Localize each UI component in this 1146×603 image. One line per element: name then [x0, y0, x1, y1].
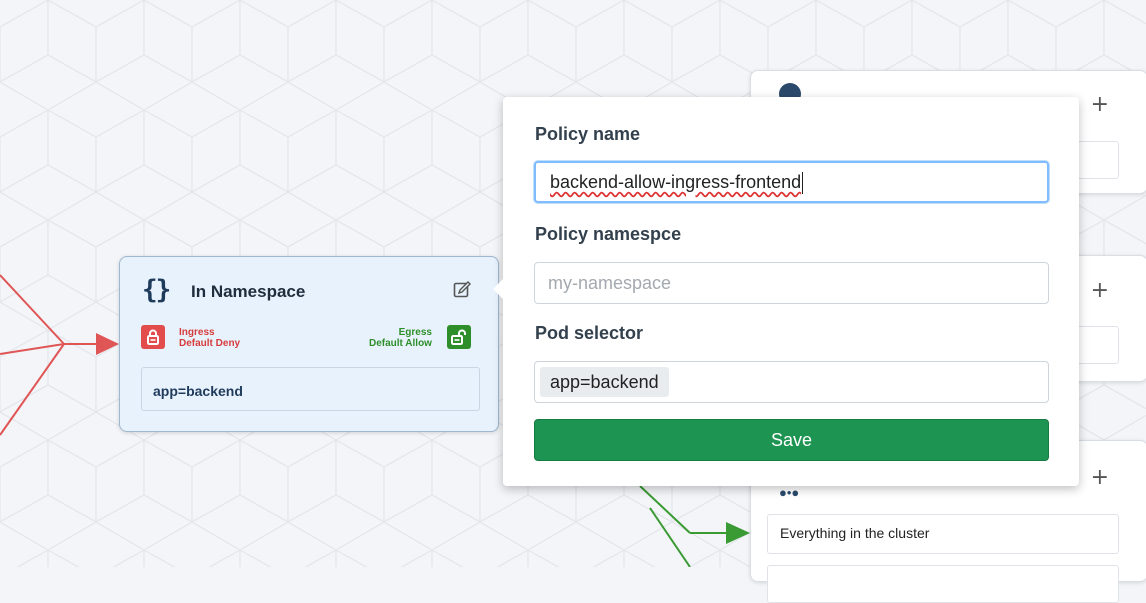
pod-selector-box[interactable]: app=backend: [141, 367, 480, 411]
unlock-icon[interactable]: [447, 325, 471, 349]
policy-name-label: Policy name: [535, 124, 641, 144]
pod-selector-tag[interactable]: app=backend: [540, 367, 669, 397]
ingress-policy: Default Deny: [179, 338, 241, 349]
popover-arrow: [493, 277, 505, 301]
policy-name-input[interactable]: backend-allow-ingress-frontend: [534, 161, 1049, 203]
peer-selector-field-2[interactable]: [767, 565, 1119, 603]
lock-icon[interactable]: [141, 325, 165, 349]
namespace-node[interactable]: {} In Namespace Ingress Default Deny Egr…: [119, 256, 499, 432]
policy-namespace-label: Policy namespce: [535, 224, 682, 244]
edit-icon[interactable]: [453, 281, 471, 299]
add-rule-button[interactable]: +: [1091, 280, 1109, 302]
cluster-icon: ●•●: [779, 485, 800, 500]
egress-label: Egress: [398, 327, 432, 338]
policy-name-value: backend-allow-ingress-frontend: [550, 172, 802, 192]
pod-selector-text: app=backend: [153, 383, 243, 399]
cluster-selector-field[interactable]: Everything in the cluster: [767, 514, 1119, 554]
pod-selector-label: Pod selector: [535, 323, 644, 343]
policy-edit-popover: Policy name backend-allow-ingress-fronte…: [493, 97, 1079, 486]
namespace-icon: {}: [142, 275, 171, 305]
pod-selector-input[interactable]: app=backend: [534, 361, 1049, 403]
ingress-label: Ingress: [179, 327, 215, 338]
add-rule-button[interactable]: +: [1091, 94, 1109, 116]
add-rule-button[interactable]: +: [1091, 467, 1109, 489]
policy-namespace-input[interactable]: my-namespace: [534, 262, 1049, 304]
namespace-title: In Namespace: [191, 282, 306, 301]
egress-policy: Default Allow: [369, 338, 432, 349]
cluster-selector-text: Everything in the cluster: [780, 525, 930, 541]
save-button[interactable]: Save: [534, 419, 1049, 461]
text-caret: [802, 172, 804, 195]
ingress-policy-text: Ingress Default Deny: [179, 327, 240, 349]
egress-policy-text: Egress Default Allow: [369, 327, 432, 349]
